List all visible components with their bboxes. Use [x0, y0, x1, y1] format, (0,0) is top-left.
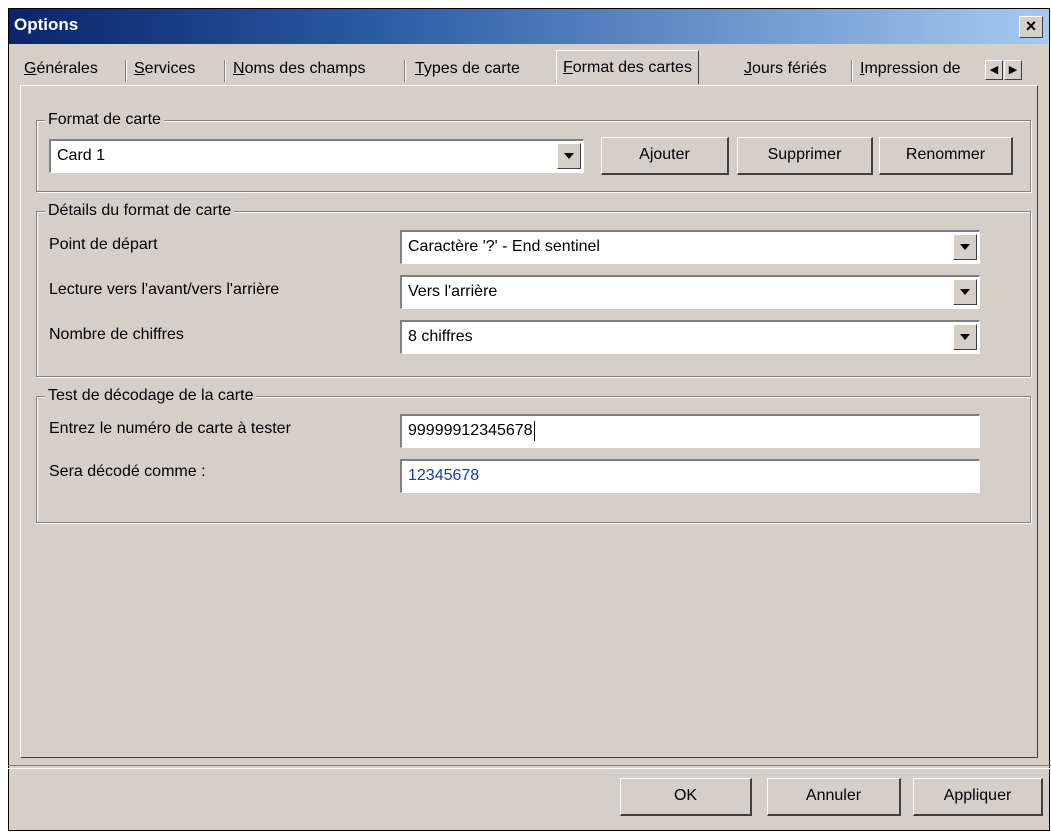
card-number-label: Entrez le numéro de carte à tester — [49, 420, 291, 437]
digits-value: 8 chiffres — [408, 328, 473, 345]
tab-format-des-cartes[interactable]: Format des cartes — [556, 50, 699, 84]
tab-noms-des-champs[interactable]: Noms des champs — [233, 54, 366, 84]
chevron-down-icon[interactable] — [953, 324, 977, 350]
arrow-right-icon: ▶ — [1008, 64, 1018, 76]
direction-label: Lecture vers l'avant/vers l'arrière — [49, 281, 280, 298]
card-format-value: Card 1 — [57, 147, 106, 164]
card-format-group: Format de carte Card 1 Ajouter Supprimer… — [36, 110, 1031, 192]
tab-separator — [851, 60, 853, 82]
direction-select[interactable]: Vers l'arrière — [400, 275, 980, 309]
cancel-button[interactable]: Annuler — [767, 778, 901, 816]
digits-label: Nombre de chiffres — [49, 326, 184, 343]
tab-types-de-carte[interactable]: Types de carte — [415, 54, 520, 84]
start-point-value: Caractère '?' - End sentinel — [408, 238, 600, 255]
tab-generales[interactable]: Générales — [24, 54, 98, 84]
card-number-value: 99999912345678 — [408, 422, 533, 439]
format-details-group: Détails du format de carte Point de dépa… — [36, 201, 1031, 377]
tab-separator — [224, 60, 226, 82]
apply-button[interactable]: Appliquer — [913, 778, 1043, 816]
window-title: Options — [14, 15, 79, 34]
rename-button[interactable]: Renommer — [879, 137, 1013, 175]
chevron-down-icon[interactable] — [953, 279, 977, 305]
start-point-select[interactable]: Caractère '?' - End sentinel — [400, 230, 980, 264]
decode-test-legend: Test de décodage de la carte — [45, 386, 257, 406]
text-caret — [533, 420, 535, 441]
decoded-value: 12345678 — [408, 467, 480, 484]
start-point-label: Point de départ — [49, 236, 158, 253]
tab-scroll-right[interactable]: ▶ — [1004, 60, 1022, 80]
ok-button[interactable]: OK — [620, 778, 752, 816]
decoded-label: Sera décodé comme : — [49, 463, 206, 480]
direction-value: Vers l'arrière — [408, 283, 498, 300]
arrow-left-icon: ◀ — [989, 64, 999, 76]
tab-impression[interactable]: Impression de — [860, 54, 961, 84]
tab-separator — [125, 60, 127, 82]
card-format-legend: Format de carte — [45, 110, 164, 130]
footer-divider — [8, 765, 1051, 769]
tab-separator — [404, 60, 406, 82]
tab-jours-feries[interactable]: Jours fériés — [744, 54, 827, 84]
card-format-select[interactable]: Card 1 — [49, 139, 584, 173]
chevron-down-icon[interactable] — [953, 234, 977, 260]
delete-button[interactable]: Supprimer — [737, 137, 873, 175]
decode-test-group: Test de décodage de la carte Entrez le n… — [36, 386, 1031, 523]
chevron-down-icon[interactable] — [557, 143, 581, 169]
digits-select[interactable]: 8 chiffres — [400, 320, 980, 354]
tab-scroll-left[interactable]: ◀ — [985, 60, 1003, 80]
tab-services[interactable]: Services — [134, 54, 195, 84]
close-button[interactable]: × — [1019, 16, 1043, 38]
tab-panel: Format de carte Card 1 Ajouter Supprimer… — [20, 85, 1038, 758]
add-button[interactable]: Ajouter — [601, 137, 729, 175]
card-number-input[interactable]: 99999912345678 — [400, 414, 980, 448]
title-bar: Options × — [9, 9, 1049, 44]
close-icon: × — [1025, 16, 1037, 36]
decoded-output: 12345678 — [400, 459, 980, 493]
format-details-legend: Détails du format de carte — [45, 201, 235, 221]
